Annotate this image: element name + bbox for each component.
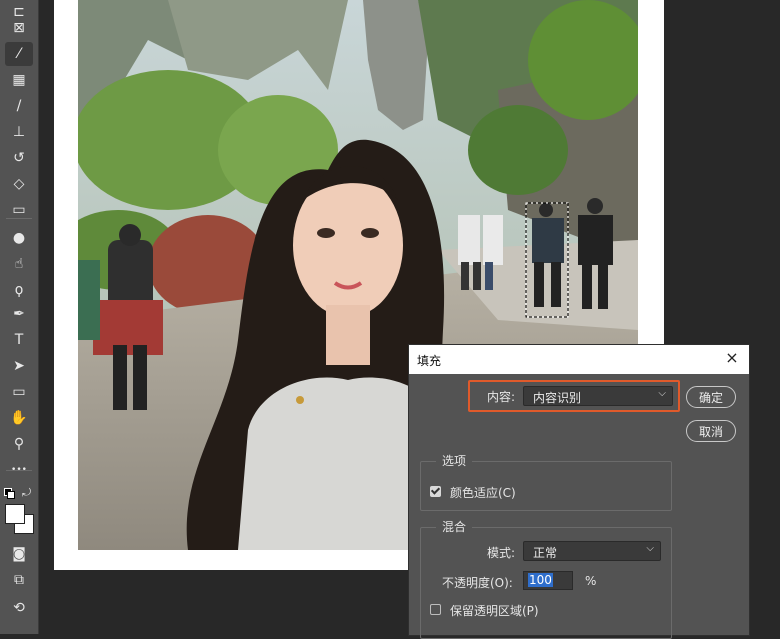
fill-dialog: 填充 × 内容: 内容识别 ⌵ 确定 取消 选项 颜色适应(C) 混合 模式: … bbox=[408, 344, 750, 639]
blending-group-title: 混合 bbox=[436, 518, 473, 535]
eyedropper-tool-icon[interactable]: ⁄ bbox=[5, 42, 33, 66]
close-icon[interactable]: × bbox=[723, 349, 741, 367]
clone-stamp-tool-icon[interactable]: ⊥ bbox=[5, 120, 33, 144]
rectangle-tool-icon[interactable]: ▭ bbox=[5, 380, 33, 404]
type-tool-icon[interactable]: T bbox=[5, 328, 33, 352]
swap-colors-icon[interactable]: ⤾ bbox=[22, 486, 34, 499]
color-adaptation-checkbox[interactable] bbox=[430, 486, 441, 497]
zoom-tool-icon[interactable]: ⚲ bbox=[5, 432, 33, 456]
history-brush-tool-icon[interactable]: ↺ bbox=[5, 146, 33, 170]
contents-label: 内容: bbox=[487, 390, 516, 404]
color-adaptation-label: 颜色适应(C) bbox=[450, 486, 516, 500]
screen-mode-icon[interactable]: ⧉ bbox=[5, 568, 33, 592]
tools-panel: ⊏⊠⁄▦/⊥↺◇▭●☝ϙ✒T➤▭✋⚲•••⤾◙⧉⟲ bbox=[0, 0, 39, 634]
mode-select-value: 正常 bbox=[533, 546, 558, 560]
path-selection-tool-icon[interactable]: ➤ bbox=[5, 354, 33, 378]
chevron-down-icon: ⌵ bbox=[646, 543, 654, 554]
contents-select[interactable]: 内容识别 ⌵ bbox=[523, 386, 673, 406]
eraser-tool-icon[interactable]: ◇ bbox=[5, 172, 33, 196]
contents-select-value: 内容识别 bbox=[533, 391, 582, 405]
cancel-button[interactable]: 取消 bbox=[686, 420, 736, 442]
dodge-tool-icon[interactable]: ϙ bbox=[5, 278, 33, 302]
chevron-down-icon: ⌵ bbox=[658, 388, 666, 399]
pen-tool-icon[interactable]: ✒ bbox=[5, 302, 33, 326]
opacity-input[interactable]: 100 bbox=[523, 571, 573, 590]
brush-tool-icon[interactable]: / bbox=[5, 94, 33, 118]
dialog-title: 填充 bbox=[417, 354, 442, 368]
options-group-title: 选项 bbox=[436, 452, 473, 469]
hand-tool-icon[interactable]: ✋ bbox=[5, 406, 33, 430]
toolbar-separator bbox=[6, 218, 32, 219]
mode-label: 模式: bbox=[487, 546, 516, 560]
foreground-color-swatch[interactable] bbox=[5, 504, 25, 524]
mode-select[interactable]: 正常 ⌵ bbox=[523, 541, 661, 561]
default-colors-icon[interactable] bbox=[4, 488, 15, 499]
frame-tool-icon[interactable]: ⊠ bbox=[5, 16, 33, 40]
spot-healing-tool-icon[interactable]: ▦ bbox=[5, 68, 33, 92]
preserve-transparency-label: 保留透明区域(P) bbox=[450, 604, 539, 618]
ok-button[interactable]: 确定 bbox=[686, 386, 736, 408]
smudge-tool-icon[interactable]: ☝ bbox=[5, 252, 33, 276]
opacity-unit: % bbox=[585, 574, 597, 588]
dialog-titlebar[interactable]: 填充 × bbox=[409, 345, 749, 374]
opacity-value: 100 bbox=[528, 573, 553, 587]
quick-mask-icon[interactable]: ◙ bbox=[5, 542, 33, 566]
blur-tool-icon[interactable]: ● bbox=[5, 226, 33, 250]
opacity-label: 不透明度(O): bbox=[442, 576, 513, 590]
preserve-transparency-checkbox[interactable] bbox=[430, 604, 441, 615]
share-icon[interactable]: ⟲ bbox=[5, 596, 33, 620]
toolbar-separator bbox=[6, 470, 32, 471]
